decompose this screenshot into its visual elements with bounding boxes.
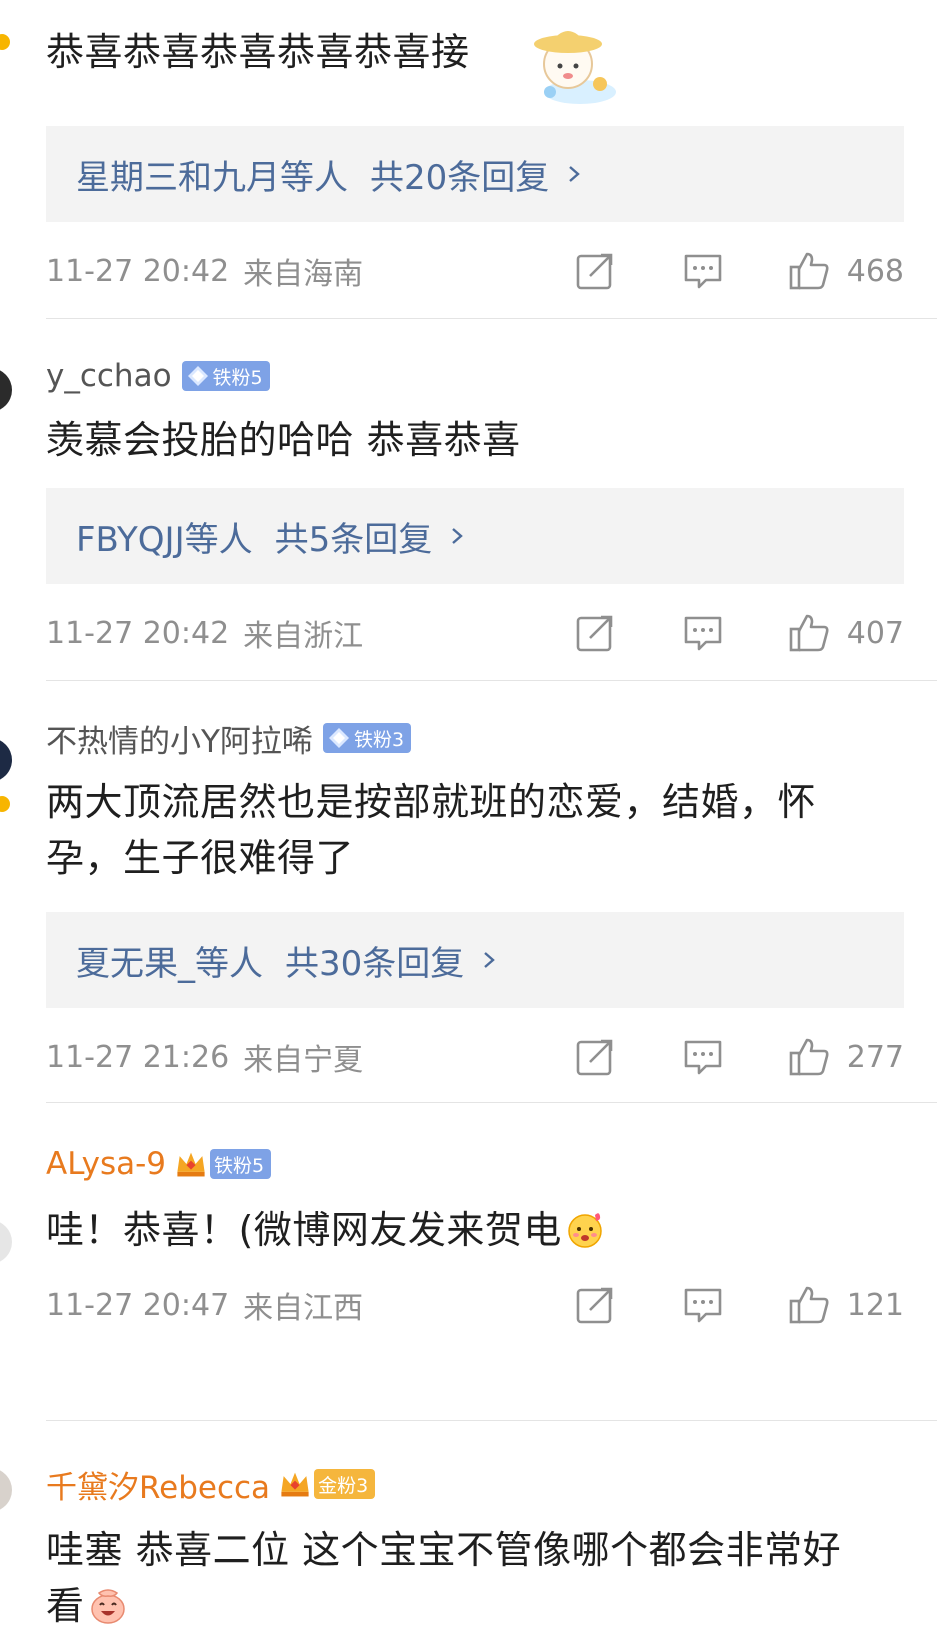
comment-time: 11-27 20:42 (46, 253, 230, 289)
share-icon[interactable] (574, 1036, 616, 1078)
crown-vip-icon (281, 1472, 309, 1497)
username-row: y_cchao 铁粉5 (46, 356, 270, 396)
laughing-emoji-icon (90, 1589, 125, 1624)
thumbs-up-icon[interactable] (788, 1284, 830, 1326)
like-count: 407 (846, 615, 904, 651)
divider (46, 318, 937, 319)
comment-text: 哇！恭喜！(微博网友发来贺电 (46, 1202, 906, 1258)
comment-icon[interactable] (682, 1036, 724, 1078)
comment-meta: 11-27 21:26 来自宁夏 277 (46, 1032, 904, 1082)
reply-count: 共20条回复 (370, 157, 550, 198)
comment-meta: 11-27 20:42 来自海南 468 (46, 246, 904, 296)
username-row: ALysa-9 铁粉5 (46, 1144, 272, 1184)
avatar[interactable] (0, 738, 12, 782)
comment-text: 羡慕会投胎的哈哈 恭喜恭喜 (46, 418, 521, 462)
chevron-right-icon (484, 952, 496, 968)
avatar[interactable] (0, 368, 12, 412)
comment-location: 来自浙江 (243, 619, 364, 654)
chevron-right-icon (569, 166, 581, 182)
reply-summary-link[interactable]: 星期三和九月等人 共20条回复 (46, 126, 904, 222)
divider (46, 1420, 937, 1421)
like-count: 468 (846, 253, 904, 289)
divider (46, 1102, 937, 1103)
avatar-verified-badge (0, 794, 12, 814)
comment-meta: 11-27 20:42 来自浙江 407 (46, 608, 904, 658)
comment-actions: 121 (574, 1280, 904, 1330)
chevron-right-icon (452, 528, 464, 544)
comment-time: 11-27 20:47 (46, 1287, 230, 1323)
username[interactable]: 不热情的小Y阿拉唏 (46, 716, 313, 761)
fan-badge: 铁粉3 (322, 723, 412, 753)
reply-count: 共5条回复 (274, 519, 433, 560)
comment-time: 11-27 21:26 (46, 1039, 230, 1075)
comment-item: y_cchao 铁粉5 羡慕会投胎的哈哈 恭喜恭喜 FBYQJJ等人 共5条回复… (0, 320, 937, 682)
comment-actions: 277 (574, 1032, 904, 1082)
like-count: 277 (846, 1039, 904, 1075)
fan-badge: 金粉3 (314, 1469, 376, 1499)
reply-names: 星期三和九月等人 (76, 157, 348, 198)
diamond-icon (187, 366, 208, 386)
comment-item: 不热情的小Y阿拉唏 铁粉3 两大顶流居然也是按部就班的恋爱，结婚，怀孕，生子很难… (0, 682, 937, 1104)
comment-text: 两大顶流居然也是按部就班的恋爱，结婚，怀孕，生子很难得了 (46, 780, 817, 880)
comment-item: ALysa-9 铁粉5 哇！恭喜！(微博网友发来贺电 11-27 20:47 来… (0, 1104, 937, 1422)
comment-text: 哇塞 恭喜二位 这个宝宝不管像哪个都会非常好看 (46, 1528, 842, 1628)
username-row: 千黛汐Rebecca 金粉3 (46, 1462, 376, 1507)
username-row: 不热情的小Y阿拉唏 铁粉3 (46, 716, 412, 761)
reply-names: 夏无果_等人 (76, 943, 263, 984)
comment-item: 千黛汐Rebecca 金粉3 哇塞 恭喜二位 这个宝宝不管像哪个都会非常好看 (0, 1422, 937, 1652)
thumbs-up-icon[interactable] (788, 612, 830, 654)
fan-badge: 铁粉5 (210, 1149, 272, 1179)
reply-summary-link[interactable]: FBYQJJ等人 共5条回复 (46, 488, 904, 584)
comment-meta: 11-27 20:47 来自江西 121 (46, 1280, 904, 1330)
comment-actions: 407 (574, 608, 904, 658)
username[interactable]: 千黛汐Rebecca (46, 1462, 270, 1507)
blushing-emoji-icon (568, 1213, 602, 1248)
sticker-girl-hat-icon (534, 31, 616, 104)
thumbs-up-icon[interactable] (788, 1036, 830, 1078)
share-icon[interactable] (574, 612, 616, 654)
share-icon[interactable] (574, 250, 616, 292)
comment-text: 恭喜恭喜恭喜恭喜恭喜接 (46, 30, 470, 74)
avatar-verified-badge (0, 32, 12, 52)
reply-count: 共30条回复 (285, 943, 465, 984)
comment-icon[interactable] (682, 612, 724, 654)
fan-badge: 铁粉5 (181, 361, 270, 391)
comment-time: 11-27 20:42 (46, 615, 230, 651)
comment-item: 恭喜恭喜恭喜恭喜恭喜接 星期三和九月等人 共20条回复 11-27 20:42 … (0, 0, 937, 320)
divider (46, 680, 937, 681)
comment-location: 来自海南 (243, 257, 364, 292)
crown-vip-icon (177, 1152, 205, 1177)
comment-icon[interactable] (682, 1284, 724, 1326)
username[interactable]: ALysa-9 (46, 1146, 166, 1182)
thumbs-up-icon[interactable] (788, 250, 830, 292)
like-count: 121 (846, 1287, 904, 1323)
share-icon[interactable] (574, 1284, 616, 1326)
reply-names: FBYQJJ等人 (76, 519, 253, 560)
comment-location: 来自江西 (243, 1291, 364, 1326)
comment-location: 来自宁夏 (243, 1043, 364, 1078)
diamond-icon (328, 728, 349, 748)
comment-actions: 468 (574, 246, 904, 296)
avatar[interactable] (0, 1468, 12, 1512)
username[interactable]: y_cchao (46, 358, 172, 394)
comment-icon[interactable] (682, 250, 724, 292)
avatar[interactable] (0, 1220, 12, 1264)
reply-summary-link[interactable]: 夏无果_等人 共30条回复 (46, 912, 904, 1008)
